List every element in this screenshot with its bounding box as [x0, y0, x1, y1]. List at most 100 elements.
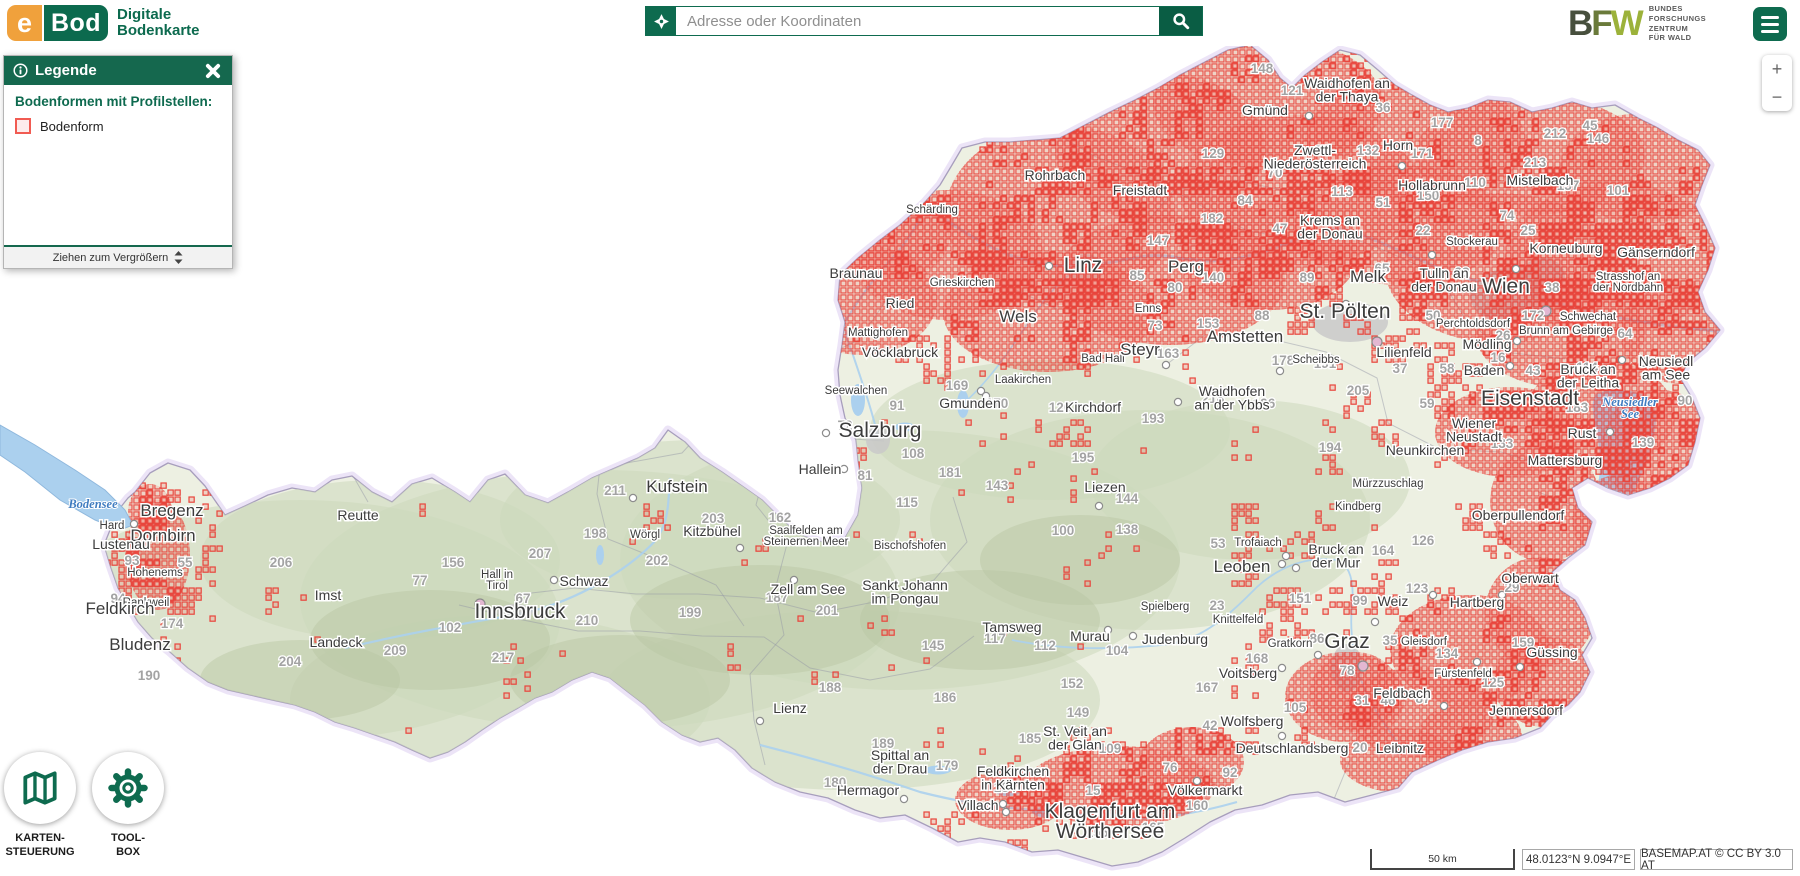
svg-text:Gmünd: Gmünd [1242, 102, 1288, 118]
svg-text:109: 109 [1099, 741, 1122, 756]
svg-text:Kindberg: Kindberg [1335, 501, 1381, 513]
svg-text:43: 43 [1525, 363, 1541, 378]
svg-text:80: 80 [1167, 280, 1182, 295]
svg-text:205: 205 [1347, 383, 1370, 398]
svg-text:Wien: Wien [1482, 275, 1530, 298]
svg-text:105: 105 [1284, 700, 1307, 715]
app-title: Digitale Bodenkarte [117, 5, 200, 39]
svg-text:182: 182 [1201, 211, 1224, 226]
svg-text:Imst: Imst [315, 587, 342, 603]
svg-text:73: 73 [1147, 318, 1163, 333]
svg-text:Grieskirchen: Grieskirchen [930, 277, 995, 289]
map-control-button[interactable] [4, 752, 76, 824]
legend-header[interactable]: Legende [4, 56, 232, 85]
svg-text:Hollabrunn: Hollabrunn [1398, 177, 1466, 193]
header-bar: e Bod Digitale Bodenkarte BFW BUNDES FOR… [0, 0, 1800, 46]
svg-text:Gleisdorf: Gleisdorf [1401, 636, 1448, 648]
svg-text:78: 78 [1339, 663, 1355, 678]
svg-text:Salzburg: Salzburg [839, 419, 922, 442]
svg-text:Gratkorn: Gratkorn [1268, 638, 1313, 650]
svg-text:174: 174 [161, 616, 184, 631]
svg-text:Feldkirchenin Kärnten: Feldkirchen in Kärnten [977, 763, 1049, 792]
svg-text:143: 143 [986, 478, 1009, 493]
search-input[interactable] [676, 7, 1159, 35]
svg-text:Sankt Johannim Pongau: Sankt Johann im Pongau [862, 577, 948, 606]
svg-text:8: 8 [1474, 133, 1482, 148]
svg-text:100: 100 [1052, 523, 1075, 538]
svg-text:Wörgl: Wörgl [630, 529, 660, 541]
toolbox-label: TOOL- BOX [110, 832, 145, 859]
info-icon [13, 63, 28, 78]
svg-text:102: 102 [439, 620, 462, 635]
svg-text:45: 45 [1582, 118, 1598, 133]
ebod-e-badge: e [7, 5, 42, 41]
svg-text:Kitzbühel: Kitzbühel [683, 523, 741, 539]
svg-text:Hermagor: Hermagor [837, 782, 900, 798]
attribution[interactable]: BASEMAP.AT © CC BY 3.0 AT [1640, 848, 1793, 872]
bfw-acronym: BFW [1568, 4, 1644, 43]
svg-text:139: 139 [1632, 435, 1655, 450]
svg-text:Lienz: Lienz [773, 700, 806, 716]
legend-body: Bodenformen mit Profilstellen: Bodenform [4, 85, 232, 143]
svg-text:Hartberg: Hartberg [1450, 594, 1504, 610]
bodenform-swatch [15, 118, 31, 134]
svg-text:WienerNeustadt: Wiener Neustadt [1446, 415, 1502, 444]
svg-text:Villach: Villach [958, 797, 999, 813]
svg-text:Leoben: Leoben [1214, 557, 1271, 576]
svg-text:179: 179 [936, 758, 959, 773]
legend-title: Legende [35, 62, 97, 79]
svg-text:88: 88 [1254, 308, 1270, 323]
svg-text:193: 193 [1142, 411, 1165, 426]
scale-bar: 50 km [1370, 849, 1515, 870]
svg-text:31: 31 [1354, 693, 1370, 708]
svg-text:148: 148 [1251, 61, 1274, 76]
menu-button[interactable] [1753, 7, 1787, 41]
svg-text:207: 207 [529, 546, 552, 561]
svg-text:81: 81 [857, 468, 873, 483]
crosshair-icon [653, 13, 669, 29]
svg-text:160: 160 [1186, 798, 1209, 813]
svg-text:147: 147 [1147, 233, 1170, 248]
svg-text:Neunkirchen: Neunkirchen [1386, 442, 1465, 458]
svg-text:Graz: Graz [1324, 630, 1370, 653]
svg-text:217: 217 [492, 650, 515, 665]
svg-text:Innsbruck: Innsbruck [474, 600, 566, 623]
svg-text:Oberwart: Oberwart [1501, 570, 1559, 586]
svg-text:164: 164 [1372, 543, 1395, 558]
zoom-controls: + − [1762, 55, 1792, 111]
svg-text:Horn: Horn [1383, 137, 1413, 153]
svg-text:206: 206 [270, 555, 293, 570]
scale-label: 50 km [1428, 853, 1457, 865]
svg-text:Strasshof ander Nordbahn: Strasshof an der Nordbahn [1593, 271, 1663, 294]
svg-text:Steyr: Steyr [1120, 340, 1160, 359]
toolbox-button[interactable] [92, 752, 164, 824]
svg-text:89: 89 [1299, 270, 1314, 285]
zoom-out-button[interactable]: − [1762, 83, 1792, 111]
svg-text:177: 177 [1431, 115, 1454, 130]
svg-text:St. Pölten: St. Pölten [1299, 300, 1390, 323]
svg-text:93: 93 [124, 553, 140, 568]
svg-text:Bruck ander Mur: Bruck an der Mur [1308, 541, 1363, 570]
map-canvas[interactable]: BodenseeNeusiedler See1471408580898865507… [0, 0, 1800, 876]
svg-text:129: 129 [1202, 146, 1225, 161]
locate-button[interactable] [646, 7, 676, 35]
svg-text:Wolfsberg: Wolfsberg [1221, 713, 1284, 729]
svg-text:138: 138 [1116, 522, 1139, 537]
zoom-in-button[interactable]: + [1762, 55, 1792, 83]
ebod-logo[interactable]: e Bod Digitale Bodenkarte [7, 5, 200, 41]
svg-text:Hohenems: Hohenems [127, 567, 183, 579]
svg-text:38: 38 [1544, 280, 1560, 295]
legend-resize-handle[interactable]: Ziehen zum Vergrößern [4, 245, 232, 268]
magnifier-icon [1172, 13, 1189, 30]
legend-close-button[interactable] [203, 61, 223, 81]
svg-text:Trofaiach: Trofaiach [1234, 537, 1282, 549]
svg-text:Waidhofenan der Ybbs: Waidhofen an der Ybbs [1194, 383, 1269, 412]
search-button[interactable] [1159, 7, 1202, 35]
svg-text:Neusiedlam See: Neusiedl am See [1639, 353, 1693, 382]
svg-text:64: 64 [1617, 326, 1633, 341]
svg-text:181: 181 [939, 465, 962, 480]
svg-text:Seewalchen: Seewalchen [825, 385, 888, 397]
svg-text:146: 146 [1587, 131, 1610, 146]
svg-text:Stockerau: Stockerau [1446, 236, 1498, 248]
svg-text:Freistadt: Freistadt [1113, 182, 1168, 198]
